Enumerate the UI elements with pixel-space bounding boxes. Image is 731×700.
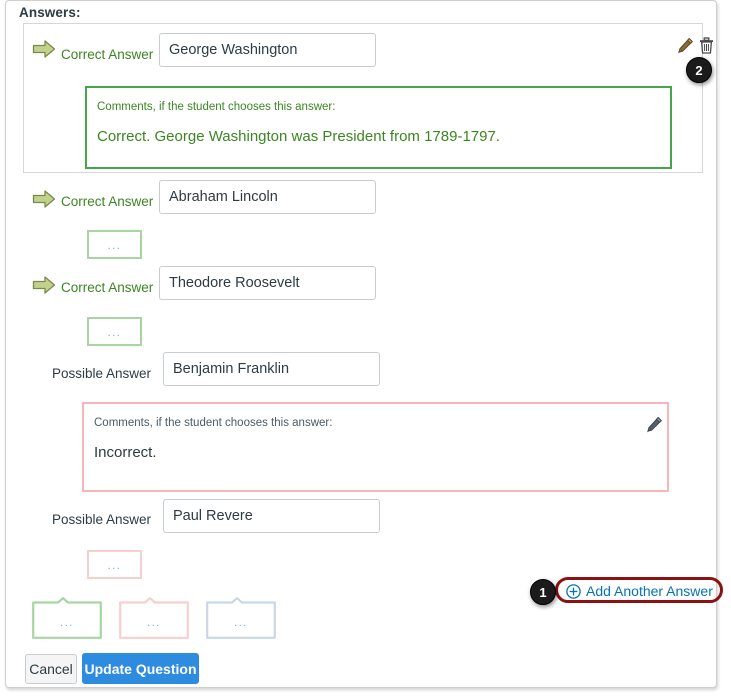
update-question-button-label: Update Question: [84, 660, 197, 677]
page-title: Answers:: [19, 5, 81, 20]
trash-icon[interactable]: [699, 37, 717, 57]
pencil-icon[interactable]: [646, 416, 664, 436]
answer-label-4: Possible Answer: [52, 366, 152, 381]
annotation-badge-2: 2: [686, 57, 712, 83]
callout-dots: ...: [60, 617, 74, 629]
comment-body-1: Correct. George Washington was President…: [97, 128, 500, 145]
annotation-badge-1: 1: [530, 579, 556, 605]
answer-input-3[interactable]: [159, 266, 376, 300]
add-another-answer-label: Add Another Answer: [586, 583, 713, 599]
update-question-button[interactable]: Update Question: [82, 653, 199, 684]
callout-blue[interactable]: ...: [206, 597, 276, 639]
correct-arrow-icon: [32, 39, 56, 59]
cancel-button-label: Cancel: [29, 661, 73, 677]
answer-label-5: Possible Answer: [52, 512, 152, 527]
plus-circle-icon: [566, 583, 581, 599]
comment-caption-1: Comments, if the student chooses this an…: [97, 101, 336, 113]
comment-stub-2[interactable]: ...: [87, 230, 142, 259]
callout-green[interactable]: ...: [32, 597, 102, 639]
callout-dots: ...: [234, 617, 248, 629]
comment-box-4[interactable]: Comments, if the student chooses this an…: [82, 402, 669, 492]
comment-stub-3[interactable]: ...: [87, 317, 142, 346]
comment-stub-5[interactable]: ...: [87, 550, 142, 579]
answer-label-2: Correct Answer: [61, 194, 154, 209]
answer-input-5[interactable]: [163, 499, 380, 533]
comment-stub-dots: ...: [107, 240, 122, 252]
answer-label-3: Correct Answer: [61, 280, 154, 295]
comment-body-4: Incorrect.: [94, 444, 157, 461]
answer-input-4[interactable]: [163, 352, 380, 386]
comment-caption-4: Comments, if the student chooses this an…: [94, 417, 333, 429]
cancel-button[interactable]: Cancel: [25, 654, 77, 684]
callout-pink[interactable]: ...: [119, 597, 189, 639]
pencil-icon[interactable]: [677, 37, 695, 57]
annotation-badge-2-number: 2: [695, 62, 703, 78]
comment-box-1[interactable]: Comments, if the student chooses this an…: [85, 86, 672, 169]
annotation-badge-1-number: 1: [539, 584, 547, 600]
answer-input-2[interactable]: [159, 180, 376, 214]
answer-label-1: Correct Answer: [61, 47, 154, 62]
correct-arrow-icon: [32, 275, 56, 295]
comment-stub-dots: ...: [107, 327, 122, 339]
callout-dots: ...: [147, 617, 161, 629]
comment-stub-dots: ...: [107, 560, 122, 572]
answers-panel: Correct Answer Comments, if the student …: [5, 0, 723, 688]
correct-arrow-icon: [32, 189, 56, 209]
add-another-answer-button[interactable]: Add Another Answer: [566, 583, 713, 599]
answer-input-1[interactable]: [159, 33, 376, 67]
